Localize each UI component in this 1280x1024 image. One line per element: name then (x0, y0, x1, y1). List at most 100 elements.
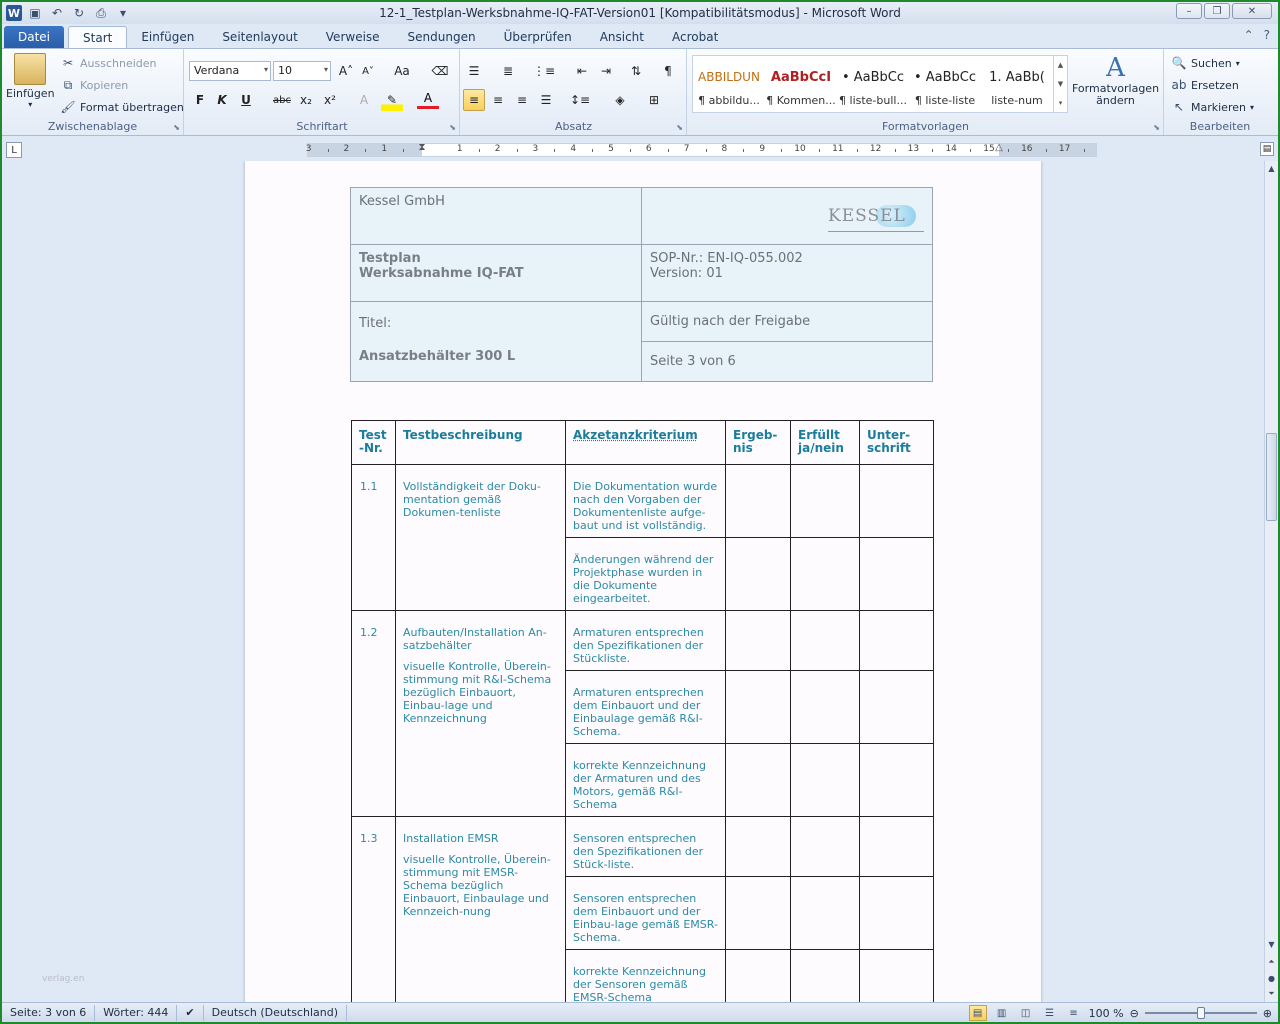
zoom-level[interactable]: 100 % (1089, 1007, 1124, 1020)
fulfilled-cell[interactable] (790, 816, 860, 877)
tab-sendungen[interactable]: Sendungen (394, 26, 490, 48)
status-words[interactable]: Wörter: 444 (95, 1004, 178, 1021)
italic-button[interactable]: K (211, 89, 233, 111)
valid-cell[interactable]: Gültig nach der Freigabe (641, 301, 933, 342)
minimize-icon[interactable]: – (1176, 3, 1202, 19)
status-page[interactable]: Seite: 3 von 6 (2, 1004, 96, 1021)
select-button[interactable]: ↖ Markieren ▾ (1171, 99, 1254, 115)
criterion-cell[interactable]: korrekte Kennzeichnung der Armaturen und… (565, 743, 726, 817)
result-cell[interactable] (725, 610, 791, 671)
font-size-select[interactable]: 10 ▾ (273, 61, 331, 81)
company-cell[interactable]: Kessel GmbH (350, 187, 642, 245)
paste-button[interactable]: Einfügen ▾ (6, 53, 55, 109)
find-button[interactable]: 🔍 Suchen ▾ (1171, 55, 1240, 71)
result-cell[interactable] (725, 670, 791, 744)
title-cell[interactable]: Titel: Ansatzbehälter 300 L (350, 301, 642, 382)
result-cell[interactable] (725, 464, 791, 538)
borders-icon[interactable]: ⊞ (643, 89, 665, 111)
vertical-scrollbar[interactable]: ▲ ▼ ⏶ ● ⏷ (1264, 161, 1278, 1004)
result-cell[interactable] (725, 949, 791, 1004)
tab-ueberpruefen[interactable]: Überprüfen (490, 26, 586, 48)
tab-selector-icon[interactable]: L (6, 142, 22, 158)
fulfilled-cell[interactable] (790, 743, 860, 817)
test-number-cell[interactable]: 1.2 (351, 610, 396, 817)
align-left-icon[interactable]: ≡ (463, 89, 485, 111)
print-layout-icon[interactable]: ▤ (968, 1005, 987, 1021)
doc-title-cell[interactable]: Testplan Werksabnahme IQ-FAT (350, 244, 642, 302)
signature-cell[interactable] (859, 610, 934, 671)
criterion-cell[interactable]: Die Dokumentation wurde nach den Vorgabe… (565, 464, 726, 538)
signature-cell[interactable] (859, 670, 934, 744)
tab-acrobat[interactable]: Acrobat (658, 26, 732, 48)
maximize-icon[interactable]: ❐ (1204, 3, 1230, 19)
help-icon[interactable]: ? (1264, 28, 1270, 42)
criterion-cell[interactable]: korrekte Kennzeichnung der Sensoren gemä… (565, 949, 726, 1004)
close-icon[interactable]: ✕ (1232, 3, 1272, 19)
bullet-list-icon[interactable]: ☰ (463, 60, 485, 82)
style-liste-liste[interactable]: • AaBbCc ¶ liste-liste (909, 56, 981, 112)
header-ergebnis[interactable]: Ergeb-nis (725, 420, 791, 465)
criterion-cell[interactable]: Sensoren entsprechen dem Einbauort und d… (565, 876, 726, 950)
shading-icon[interactable]: ◈ (609, 89, 631, 111)
style-abbildung[interactable]: ABBILDUN ¶ abbildu... (693, 56, 765, 112)
clear-format-icon[interactable]: ⌫ (429, 60, 451, 82)
font-family-select[interactable]: Verdana ▾ (189, 61, 271, 81)
status-language[interactable]: Deutsch (Deutschland) (204, 1004, 347, 1021)
criterion-cell[interactable]: Änderungen während der Projektphase wurd… (565, 537, 726, 611)
header-testbeschreibung[interactable]: Testbeschreibung (395, 420, 566, 465)
align-right-icon[interactable]: ≡ (511, 89, 533, 111)
right-indent-icon[interactable]: △ (995, 142, 1003, 153)
header-unterschrift[interactable]: Unter-schrift (859, 420, 934, 465)
change-styles-button[interactable]: A Formatvorlagen ändern (1072, 53, 1159, 107)
zoom-knob[interactable] (1196, 1007, 1205, 1019)
change-case-icon[interactable]: Aa (391, 60, 413, 82)
fulfilled-cell[interactable] (790, 670, 860, 744)
customize-toolbar-icon[interactable]: ▾ (114, 4, 132, 22)
justify-icon[interactable]: ☰ (535, 89, 557, 111)
subscript-button[interactable]: x₂ (295, 89, 317, 111)
replace-button[interactable]: ab Ersetzen (1171, 77, 1239, 93)
fulfilled-cell[interactable] (790, 876, 860, 950)
save-icon[interactable]: ▣ (26, 4, 44, 22)
highlight-icon[interactable]: ✎ (381, 89, 403, 111)
zoom-in-icon[interactable]: ⊕ (1263, 1007, 1272, 1020)
outline-icon[interactable]: ☰ (1041, 1005, 1059, 1021)
style-liste-bullet[interactable]: • AaBbCc ¶ liste-bull... (837, 56, 909, 112)
fulfilled-cell[interactable] (790, 537, 860, 611)
tab-ansicht[interactable]: Ansicht (586, 26, 658, 48)
sop-cell[interactable]: SOP-Nr.: EN-IQ-055.002 Version: 01 (641, 244, 933, 302)
print-preview-icon[interactable]: ⎙ (92, 4, 110, 22)
font-color-icon[interactable]: A (417, 89, 439, 109)
indent-marker-icon[interactable]: ⧗ (418, 142, 425, 153)
zoom-out-icon[interactable]: ⊖ (1130, 1007, 1139, 1020)
scroll-up-icon[interactable]: ▲ (1265, 161, 1278, 175)
minimize-ribbon-icon[interactable]: ⌃ (1244, 28, 1254, 42)
header-akzeptanzkriterium[interactable]: Akzetanzkriterium (565, 420, 726, 465)
draft-icon[interactable]: ≡ (1065, 1005, 1083, 1021)
style-kommentar[interactable]: AaBbCcI ¶ Kommen... (765, 56, 837, 112)
sort-icon[interactable]: ⇅ (625, 60, 647, 82)
shrink-font-icon[interactable]: A˅ (357, 60, 379, 82)
dialog-launcher-icon[interactable]: ⬊ (173, 123, 180, 132)
full-screen-reading-icon[interactable]: ▥ (993, 1005, 1011, 1021)
superscript-button[interactable]: x² (319, 89, 341, 111)
dialog-launcher-icon[interactable]: ⬊ (676, 123, 683, 132)
bold-button[interactable]: F (189, 89, 211, 111)
more-icon[interactable]: ▾ (1059, 99, 1063, 107)
decrease-indent-icon[interactable]: ⇤ (571, 60, 593, 82)
tab-seitenlayout[interactable]: Seitenlayout (208, 26, 311, 48)
cut-button[interactable]: ✂ Ausschneiden (60, 55, 157, 71)
dialog-launcher-icon[interactable]: ⬊ (1153, 123, 1160, 132)
tab-datei[interactable]: Datei (4, 26, 65, 48)
undo-icon[interactable]: ↶ (48, 4, 66, 22)
proofing-icon[interactable]: ✔ (177, 1004, 204, 1021)
grow-font-icon[interactable]: A˄ (335, 60, 357, 82)
description-cell[interactable]: Aufbauten/Installation An-satzbehälter vi… (395, 610, 566, 817)
result-cell[interactable] (725, 816, 791, 877)
increase-indent-icon[interactable]: ⇥ (595, 60, 617, 82)
fulfilled-cell[interactable] (790, 610, 860, 671)
criterion-cell[interactable]: Armaturen entsprechen den Spezifikatione… (565, 610, 726, 671)
chevron-up-icon[interactable]: ▲ (1058, 61, 1063, 69)
copy-button[interactable]: ⧉ Kopieren (60, 77, 129, 93)
signature-cell[interactable] (859, 464, 934, 538)
